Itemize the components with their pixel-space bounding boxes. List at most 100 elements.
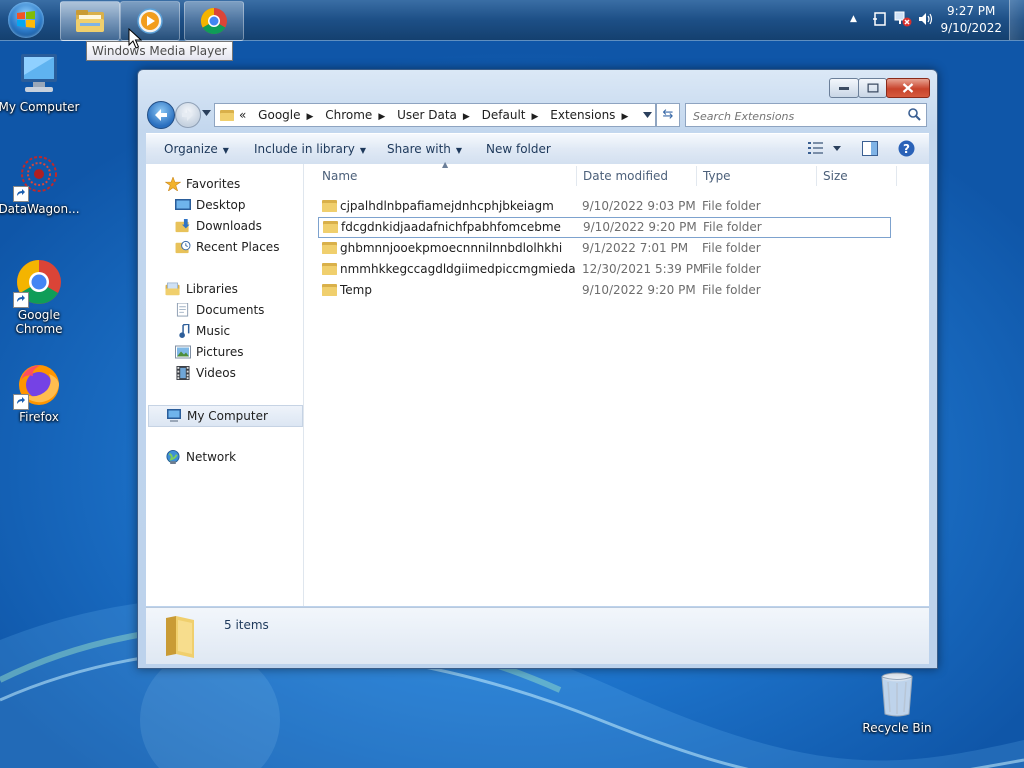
new-folder-label: New folder <box>486 142 551 156</box>
table-row[interactable]: fdcgdnkidjaadafnichfpabhfomcebme 9/10/20… <box>318 217 891 238</box>
show-desktop-button[interactable] <box>1009 0 1024 40</box>
chevron-right-icon[interactable]: ▶ <box>378 112 385 122</box>
music-note-icon <box>179 324 190 338</box>
search-input[interactable] <box>691 107 900 125</box>
address-bar[interactable]: « Google ▶ Chrome ▶ User Data ▶ Default ▶ Ex… <box>214 103 656 127</box>
share-with-button[interactable]: Share with ▼ <box>387 134 462 164</box>
table-row[interactable]: cjpalhdlnbpafiamejdnhcphjbkeiagm 9/10/20… <box>318 196 891 217</box>
breadcrumb-chrome[interactable]: Chrome <box>325 108 372 122</box>
desktop-icon-recycle-bin[interactable]: Recycle Bin <box>858 670 936 735</box>
preview-pane-icon[interactable] <box>862 141 878 156</box>
view-dropdown-icon[interactable] <box>833 146 841 151</box>
back-button[interactable] <box>147 101 175 129</box>
network-disconnected-icon[interactable] <box>894 11 912 27</box>
volume-icon[interactable] <box>918 12 934 26</box>
breadcrumb-google[interactable]: Google <box>258 108 300 122</box>
desktop-icon-label: DataWagon... <box>0 202 80 216</box>
recent-pages-dropdown-icon[interactable] <box>202 110 211 116</box>
chevron-right-icon[interactable]: ▶ <box>621 112 628 122</box>
taskbar-chrome-button[interactable] <box>184 1 244 41</box>
breadcrumb-overflow[interactable]: « <box>239 108 246 122</box>
nav-music[interactable]: Music <box>146 321 303 341</box>
maximize-icon <box>867 83 878 93</box>
chevron-down-icon: ▼ <box>222 146 229 155</box>
nav-my-computer-label: My Computer <box>187 409 268 423</box>
table-row[interactable]: Temp 9/10/2022 9:20 PM File folder <box>318 280 891 301</box>
column-header-name[interactable]: Name <box>322 164 357 188</box>
chevron-down-icon: ▼ <box>359 146 367 155</box>
maximize-button[interactable] <box>858 78 887 98</box>
show-hidden-icons-icon[interactable]: ▲ <box>850 14 857 24</box>
taskbar-explorer-button[interactable] <box>60 1 120 41</box>
column-divider[interactable] <box>576 166 577 186</box>
nav-pictures-label: Pictures <box>196 345 244 359</box>
new-folder-button[interactable]: New folder <box>486 134 551 164</box>
nav-recent-places-label: Recent Places <box>196 240 280 254</box>
column-divider[interactable] <box>816 166 817 186</box>
search-box[interactable] <box>685 103 927 127</box>
nav-music-label: Music <box>196 324 231 338</box>
breadcrumb-default[interactable]: Default <box>482 108 526 122</box>
file-name: fdcgdnkidjaadafnichfpabhfomcebme <box>341 220 561 234</box>
taskbar: ▲ 9:27 PM 9/10/2022 <box>0 0 1024 41</box>
breadcrumb-user-data[interactable]: User Data <box>397 108 457 122</box>
nav-videos[interactable]: Videos <box>146 363 303 383</box>
address-row: « Google ▶ Chrome ▶ User Data ▶ Default ▶ Ex… <box>146 101 929 129</box>
desktop-icon-datawagon[interactable]: DataWagon... <box>0 152 81 216</box>
forward-button[interactable] <box>175 102 201 128</box>
desktop-icon-label: My Computer <box>0 100 80 114</box>
close-button[interactable] <box>886 78 930 98</box>
chevron-right-icon[interactable]: ▶ <box>532 112 539 122</box>
nav-recent-places[interactable]: Recent Places <box>146 237 303 257</box>
column-header-size[interactable]: Size <box>823 164 848 188</box>
action-center-icon[interactable] <box>872 12 888 27</box>
include-in-library-button[interactable]: Include in library ▼ <box>254 134 366 164</box>
nav-network-label: Network <box>186 450 237 464</box>
firefox-icon <box>13 360 63 410</box>
desktop-icon-google-chrome[interactable]: Google Chrome <box>0 258 81 336</box>
minimize-button[interactable] <box>829 78 859 98</box>
explorer-body: Favorites Desktop Downloads Recent Place… <box>146 160 929 606</box>
file-date: 9/10/2022 9:20 PM <box>583 220 697 234</box>
desktop-icon-label: Firefox <box>19 410 59 424</box>
chevron-right-icon[interactable]: ▶ <box>307 112 314 122</box>
nav-my-computer[interactable]: My Computer <box>148 405 303 427</box>
column-divider[interactable] <box>896 166 897 186</box>
file-name: cjpalhdlnbpafiamejdnhcphjbkeiagm <box>340 199 554 213</box>
table-row[interactable]: ghbmnnjooekpmoecnnnilnnbdlolhkhi 9/1/202… <box>318 238 891 259</box>
nav-pictures[interactable]: Pictures <box>146 342 303 362</box>
nav-downloads[interactable]: Downloads <box>146 216 303 236</box>
address-dropdown-icon[interactable] <box>643 112 652 118</box>
folder-icon <box>220 110 234 121</box>
change-view-icon[interactable] <box>808 141 824 155</box>
desktop-icon-firefox[interactable]: Firefox <box>0 360 81 424</box>
folder-icon <box>322 200 337 212</box>
clock[interactable]: 9:27 PM 9/10/2022 <box>940 3 1002 37</box>
nav-libraries[interactable]: Libraries <box>146 279 303 299</box>
nav-documents[interactable]: Documents <box>146 300 303 320</box>
refresh-icon: ⇆ <box>662 107 674 122</box>
libraries-icon <box>165 282 180 296</box>
nav-desktop-label: Desktop <box>196 198 246 212</box>
desktop-icon-my-computer[interactable]: My Computer <box>0 50 81 114</box>
start-button[interactable] <box>8 2 44 38</box>
refresh-button[interactable]: ⇆ <box>656 103 680 127</box>
file-type: File folder <box>702 283 761 297</box>
search-icon[interactable] <box>908 108 921 121</box>
column-header-type[interactable]: Type <box>703 164 731 188</box>
nav-favorites-label: Favorites <box>186 177 241 191</box>
chevron-right-icon[interactable]: ▶ <box>463 112 470 122</box>
nav-favorites[interactable]: Favorites <box>146 174 303 194</box>
column-divider[interactable] <box>696 166 697 186</box>
shortcut-arrow-icon <box>13 394 29 410</box>
explorer-window: « Google ▶ Chrome ▶ User Data ▶ Default ▶ Ex… <box>137 69 938 669</box>
help-icon[interactable]: ? <box>898 140 915 157</box>
organize-button[interactable]: Organize ▼ <box>164 134 229 164</box>
breadcrumb-extensions[interactable]: Extensions <box>550 108 615 122</box>
folder-icon <box>322 263 337 275</box>
recent-places-icon <box>175 240 191 254</box>
column-header-date-modified[interactable]: Date modified <box>583 164 668 188</box>
nav-network[interactable]: Network <box>146 447 303 467</box>
nav-desktop[interactable]: Desktop <box>146 195 303 215</box>
table-row[interactable]: nmmhkkegccagdldgiimedpiccmgmieda 12/30/2… <box>318 259 891 280</box>
